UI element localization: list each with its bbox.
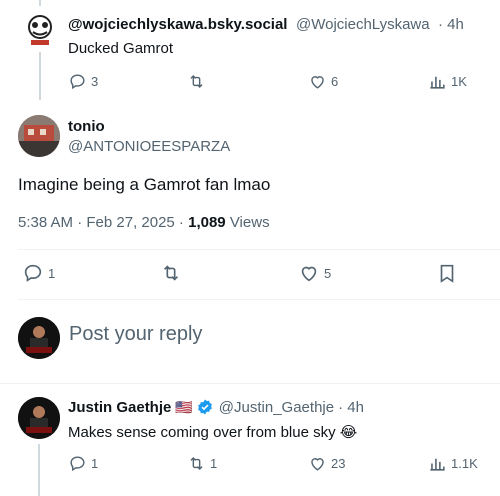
like-button[interactable]: 23 <box>308 454 345 473</box>
author-handle[interactable]: @WojciechLyskawa <box>296 16 430 33</box>
tweet-text: Imagine being a Gamrot fan lmao <box>18 175 271 194</box>
heart-icon <box>311 458 324 471</box>
like-button[interactable]: 5 <box>298 262 331 284</box>
avatar[interactable] <box>18 397 60 439</box>
bookmark-button[interactable] <box>436 262 458 284</box>
author-display-name[interactable]: Justin Gaethje <box>68 399 171 416</box>
tweet-meta: 5:38 AM · Feb 27, 2025 · 1,089 Views <box>18 214 270 231</box>
views-label: Views <box>229 214 270 231</box>
reply-count: 3 <box>91 74 99 89</box>
heart-icon <box>311 76 324 89</box>
laughing-emoji: 😂 <box>339 424 358 441</box>
retweet-icon <box>190 456 203 471</box>
reply-button[interactable]: 3 <box>68 72 98 91</box>
author-row: Justin Gaethje 🇺🇸 @Justin_Gaethje · 4h <box>68 398 364 416</box>
views-button[interactable]: 1.1K <box>428 454 478 473</box>
divider <box>18 249 500 250</box>
avatar[interactable] <box>18 317 60 359</box>
tweet-time[interactable]: · 4h <box>338 399 364 416</box>
reply-icon <box>24 264 42 282</box>
views-icon <box>430 458 445 471</box>
reply-count: 1 <box>48 265 56 281</box>
like-button[interactable]: 6 <box>308 72 338 91</box>
reply-count: 1 <box>91 456 99 471</box>
retweet-icon <box>163 265 179 281</box>
like-count: 23 <box>331 456 346 471</box>
retweet-button[interactable] <box>187 72 206 91</box>
reply-icon <box>70 74 85 90</box>
reply-input[interactable]: Post your reply <box>69 323 202 346</box>
thread-line-top <box>39 0 41 6</box>
tweet-text: Makes sense coming over from blue sky 😂 <box>68 423 357 441</box>
retweet-count: 1 <box>210 456 218 471</box>
divider <box>0 383 500 384</box>
tweet-time[interactable]: · 4h <box>438 16 464 33</box>
retweet-button[interactable] <box>160 262 182 284</box>
avatar[interactable] <box>20 8 60 48</box>
author-display-name[interactable]: @wojciechlyskawa.bsky.social <box>68 16 287 33</box>
tweet-timestamp[interactable]: 5:38 AM · Feb 27, 2025 · <box>18 214 184 231</box>
reply-button[interactable]: 1 <box>22 262 55 284</box>
reply-button[interactable]: 1 <box>68 454 98 473</box>
like-count: 6 <box>331 74 339 89</box>
bookmark-icon <box>440 264 454 283</box>
like-count: 5 <box>324 265 332 281</box>
author-handle[interactable]: @ANTONIOEESPARZA <box>68 138 230 155</box>
divider <box>18 299 500 300</box>
retweet-button[interactable]: 1 <box>187 454 217 473</box>
author-display-name[interactable]: tonio <box>68 118 105 135</box>
retweet-icon <box>190 74 203 89</box>
views-button[interactable]: 1K <box>428 72 467 91</box>
avatar[interactable] <box>18 115 60 157</box>
tweet-text-content: Makes sense coming over from blue sky <box>68 424 336 441</box>
author-handle[interactable]: @Justin_Gaethje <box>219 399 334 416</box>
heart-icon <box>301 266 317 282</box>
reply-icon <box>70 456 85 472</box>
views-icon <box>430 76 445 89</box>
thread-line-bottom <box>38 444 40 496</box>
thread-line-connector <box>39 52 41 100</box>
views-count: 1,089 <box>188 214 226 231</box>
verified-badge-icon <box>197 399 212 415</box>
flag-icon: 🇺🇸 <box>175 398 193 415</box>
views-count: 1.1K <box>451 456 478 471</box>
tweet-text: Ducked Gamrot <box>68 40 174 57</box>
views-count: 1K <box>451 74 467 89</box>
